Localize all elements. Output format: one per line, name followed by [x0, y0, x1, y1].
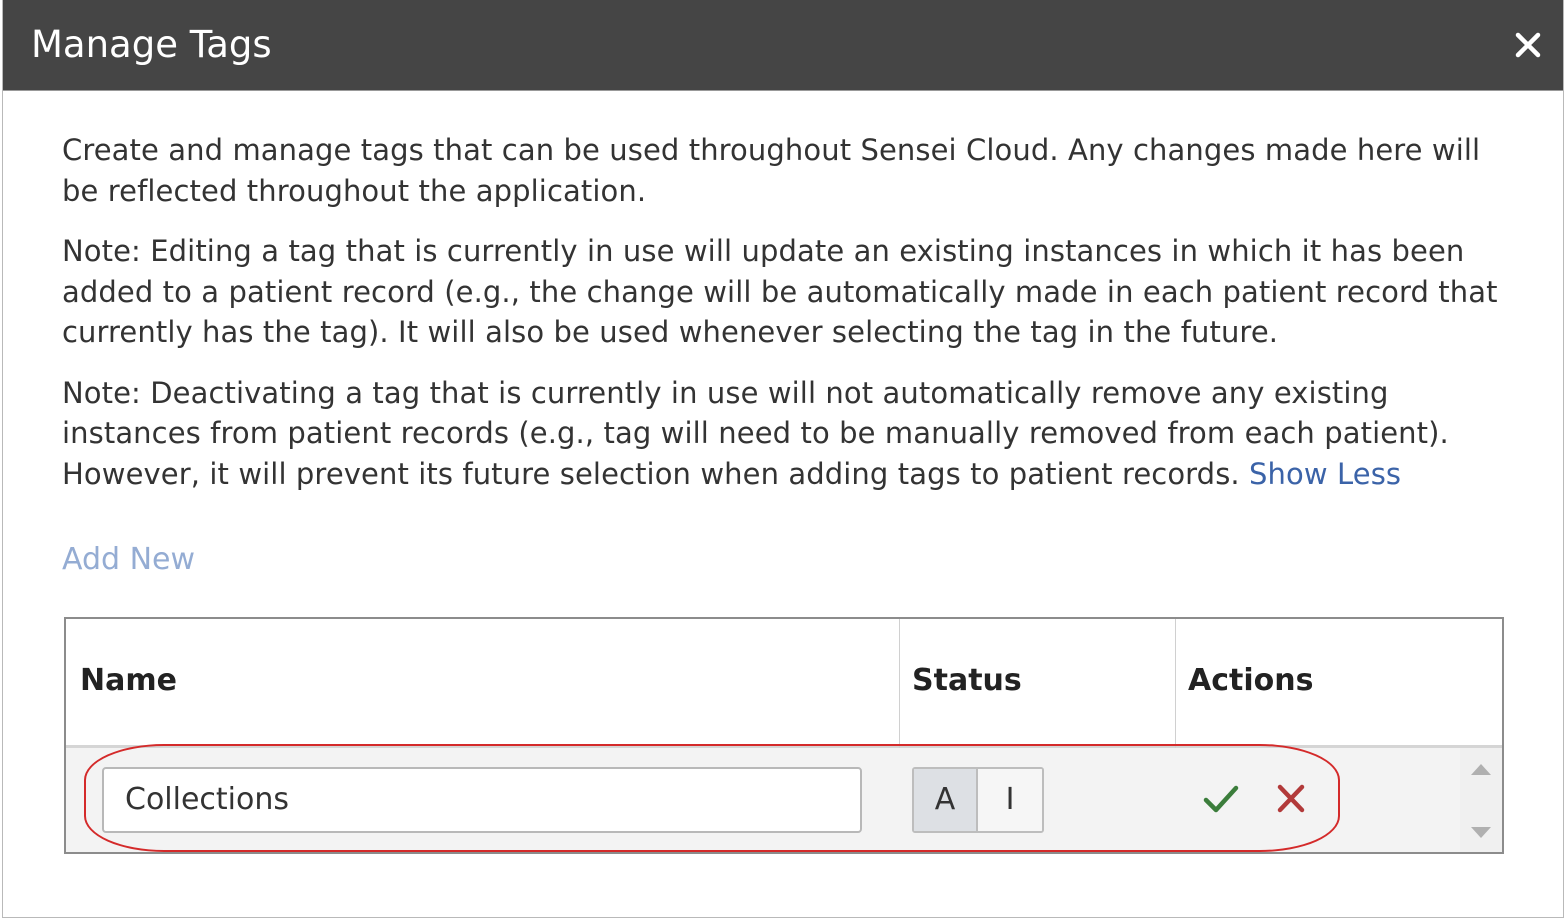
- dialog-title: Manage Tags: [31, 23, 272, 66]
- check-icon: [1203, 785, 1239, 813]
- cancel-row-button[interactable]: [1273, 782, 1309, 816]
- table-scrollbar[interactable]: [1460, 748, 1502, 852]
- scroll-down-icon[interactable]: [1470, 826, 1492, 840]
- x-icon: [1277, 784, 1305, 813]
- status-active-button[interactable]: A: [914, 769, 978, 831]
- description-paragraph-3: Note: Deactivating a tag that is current…: [62, 373, 1502, 495]
- description-paragraph-2: Note: Editing a tag that is currently in…: [62, 234, 1498, 349]
- dialog-description: Create and manage tags that can be used …: [62, 130, 1502, 514]
- add-new-link[interactable]: Add New: [62, 538, 195, 582]
- save-row-button[interactable]: [1203, 782, 1239, 816]
- dialog-titlebar: Manage Tags: [3, 0, 1563, 91]
- scroll-up-icon[interactable]: [1470, 762, 1492, 776]
- description-paragraph-3-text: Note: Deactivating a tag that is current…: [62, 375, 1449, 491]
- tags-table: Name Status Actions Collections A I: [64, 617, 1504, 854]
- status-toggle: A I: [912, 767, 1044, 833]
- description-paragraph-1: Create and manage tags that can be used …: [62, 133, 1481, 208]
- table-row: Collections A I: [66, 748, 1460, 852]
- table-header: Name Status Actions: [66, 619, 1502, 748]
- column-header-name[interactable]: Name: [80, 619, 177, 745]
- column-header-status[interactable]: Status: [912, 619, 1022, 745]
- tag-name-input[interactable]: Collections: [102, 767, 862, 833]
- close-button[interactable]: [1511, 28, 1545, 62]
- status-inactive-button[interactable]: I: [978, 769, 1042, 831]
- show-less-link[interactable]: Show Less: [1249, 457, 1401, 491]
- column-header-actions: Actions: [1188, 663, 1314, 698]
- close-icon: [1515, 32, 1541, 58]
